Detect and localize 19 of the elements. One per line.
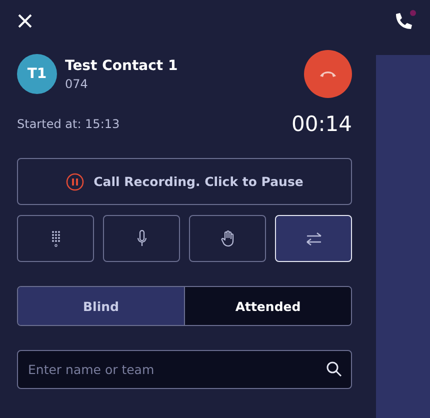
call-start-time: Started at: 15:13 [17,117,120,131]
search-icon [326,361,342,377]
swap-arrows-icon [306,232,322,246]
contact-name: Test Contact 1 [65,58,179,74]
pause-icon [66,172,84,190]
close-button[interactable] [18,14,34,30]
recording-button[interactable]: Call Recording. Click to Pause [17,158,352,205]
hang-up-button[interactable] [304,50,352,98]
phone-icon[interactable] [393,12,413,32]
contact-number: 074 [65,76,89,90]
microphone-icon [136,230,146,247]
transfer-type-tab[interactable]: Blind [18,287,184,325]
call-duration: 00:14 [291,112,352,136]
search-field[interactable]: Enter name or team [17,350,352,389]
transfer-type-tab[interactable]: Attended [184,287,351,325]
contact-avatar: T1 [17,54,57,94]
handset-icon [319,70,337,78]
keypad-icon [52,230,60,246]
hand-icon [220,230,236,247]
